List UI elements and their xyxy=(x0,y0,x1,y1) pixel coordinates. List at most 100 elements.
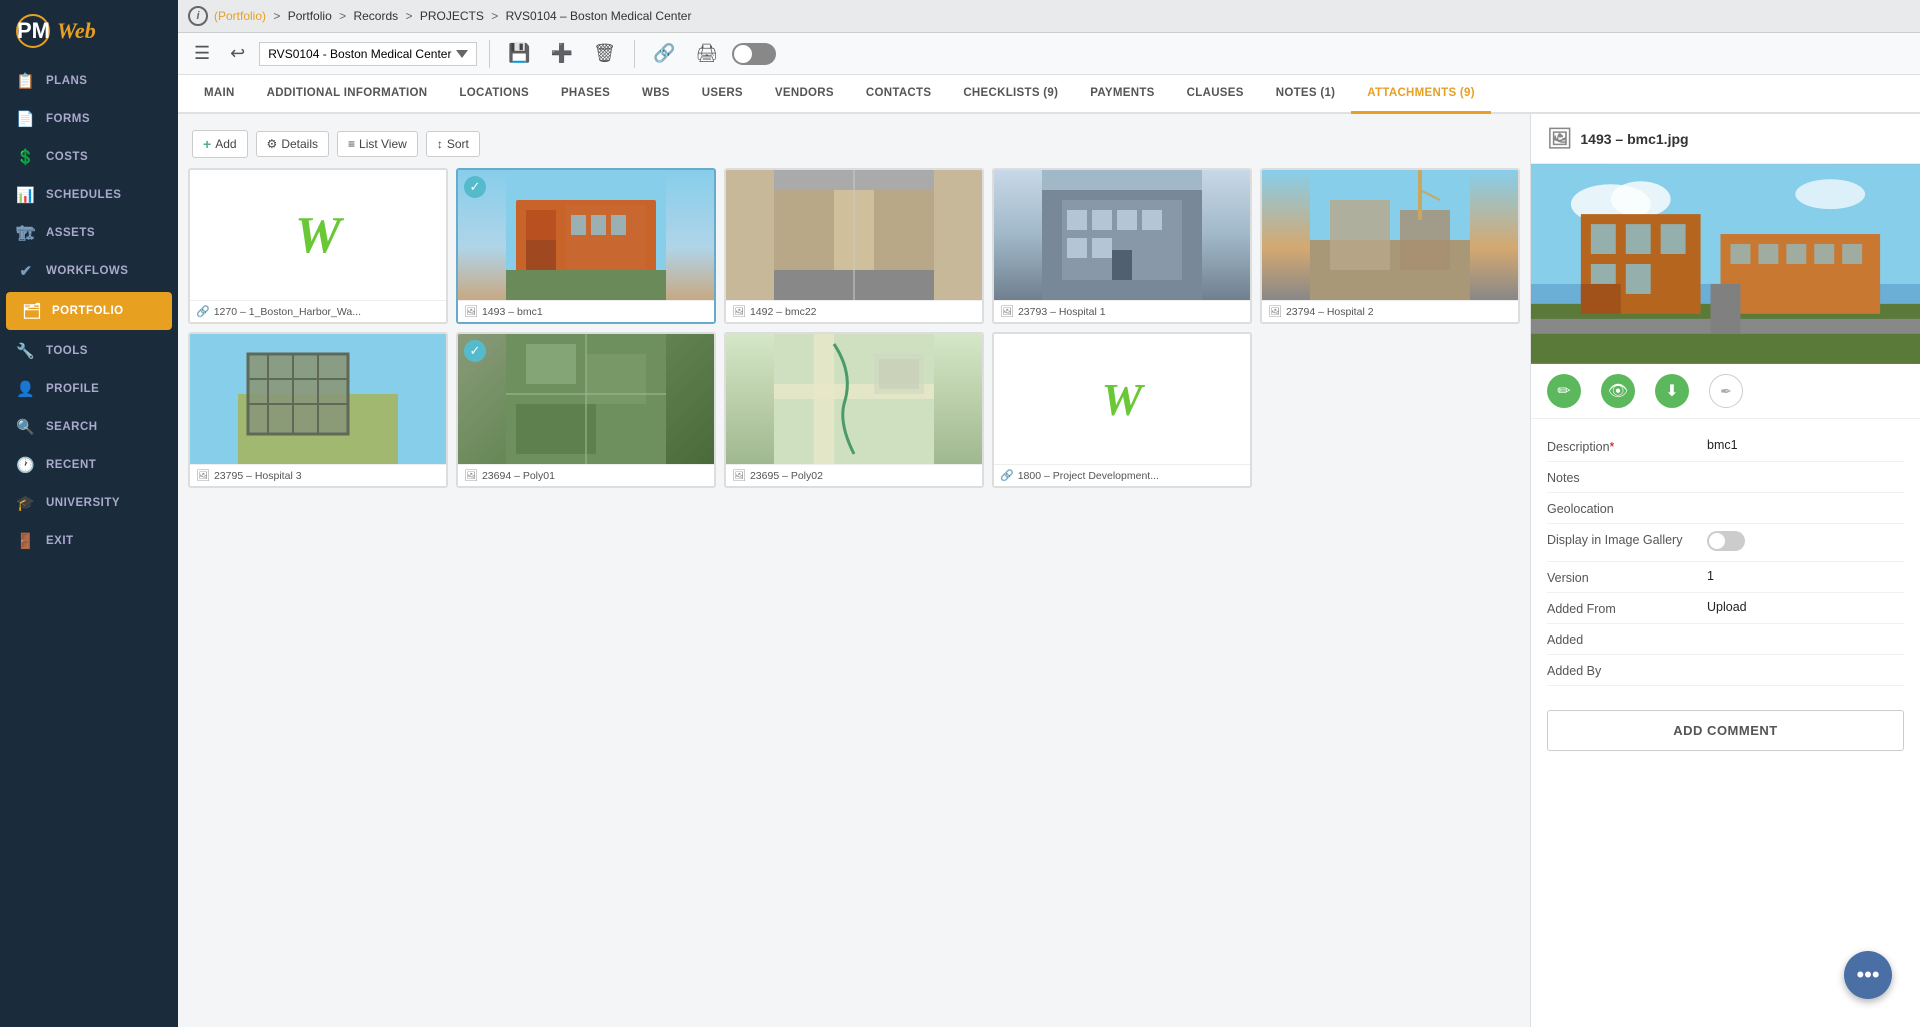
list-view-button[interactable]: ≡ List View xyxy=(337,131,418,157)
sidebar-item-recent[interactable]: 🕐 RECENT xyxy=(0,446,178,484)
breadcrumb-record: RVS0104 – Boston Medical Center xyxy=(506,9,692,23)
university-icon: 🎓 xyxy=(16,493,36,513)
tab-clauses[interactable]: CLAUSES xyxy=(1171,75,1260,114)
thumb-footer-7: 🖼 23694 – Poly01 xyxy=(458,464,714,486)
erase-attachment-button[interactable]: ✒ xyxy=(1709,374,1743,408)
svg-text:PM: PM xyxy=(17,18,50,43)
print-button[interactable]: 🖨 xyxy=(689,39,724,68)
thumbnail-7[interactable]: ✓ 🖼 23694 – Poly01 xyxy=(456,332,716,488)
thumb-img-5 xyxy=(1262,170,1518,300)
tools-icon: 🔧 xyxy=(16,341,36,361)
thumb-img-7: ✓ xyxy=(458,334,714,464)
tab-additional[interactable]: ADDITIONAL INFORMATION xyxy=(251,75,444,114)
breadcrumb-portfolio[interactable]: (Portfolio) xyxy=(214,9,266,23)
portfolio-icon: 🗂 xyxy=(22,301,42,321)
fab-icon: ••• xyxy=(1856,962,1879,988)
download-attachment-button[interactable]: ⬇ xyxy=(1655,374,1689,408)
delete-button[interactable]: 🗑 xyxy=(587,39,622,68)
sidebar-item-costs[interactable]: 💲 COSTS xyxy=(0,138,178,176)
info-icon[interactable]: i xyxy=(188,6,208,26)
breadcrumb-portfolio2[interactable]: Portfolio xyxy=(288,9,332,23)
view-toggle[interactable] xyxy=(732,43,776,65)
gallery-panel: + Add ⚙ Details ≡ List View ↕ Sort xyxy=(178,114,1530,1027)
thumb-img-4 xyxy=(994,170,1250,300)
thumbnail-3[interactable]: 🖼 1492 – bmc22 xyxy=(724,168,984,324)
breadcrumb: (Portfolio) > Portfolio > Records > PROJ… xyxy=(214,9,691,23)
sidebar-item-profile[interactable]: 👤 PROFILE xyxy=(0,370,178,408)
rp-header: 🖼 1493 – bmc1.jpg xyxy=(1531,114,1920,164)
details-button[interactable]: ⚙ Details xyxy=(256,131,329,157)
plans-icon: 📋 xyxy=(16,71,36,91)
field-label-display-gallery: Display in Image Gallery xyxy=(1547,531,1707,547)
thumbnail-grid: W 🔗 1270 – 1_Boston_Harbor_Wa... ✓ xyxy=(188,168,1520,488)
search-icon: 🔍 xyxy=(16,417,36,437)
action-bar: + Add ⚙ Details ≡ List View ↕ Sort xyxy=(188,124,1520,168)
image-icon-8: 🖼 xyxy=(732,469,746,482)
logo: PM Web xyxy=(0,0,178,62)
sidebar-item-assets[interactable]: 🏗 ASSETS xyxy=(0,214,178,252)
sidebar-item-workflows[interactable]: ✔ WORKFLOWS xyxy=(0,252,178,290)
tab-locations[interactable]: LOCATIONS xyxy=(443,75,545,114)
breadcrumb-projects[interactable]: PROJECTS xyxy=(420,9,484,23)
thumbnail-9[interactable]: W 🔗 1800 – Project Development... xyxy=(992,332,1252,488)
breadcrumb-records[interactable]: Records xyxy=(353,9,398,23)
sort-button[interactable]: ↕ Sort xyxy=(426,131,480,157)
thumbnail-2[interactable]: ✓ 🖼 xyxy=(456,168,716,324)
sidebar-item-search[interactable]: 🔍 SEARCH xyxy=(0,408,178,446)
image-icon-2: 🖼 xyxy=(464,305,478,318)
tab-users[interactable]: USERS xyxy=(686,75,759,114)
list-icon: ≡ xyxy=(348,137,355,151)
rp-action-buttons: ✏ 👁 ⬇ ✒ xyxy=(1531,364,1920,419)
undo-button[interactable]: ↩ xyxy=(224,39,251,68)
separator xyxy=(489,40,490,68)
sidebar-item-forms[interactable]: 📄 FORMS xyxy=(0,100,178,138)
field-display-gallery: Display in Image Gallery xyxy=(1547,524,1904,562)
thumbnail-5[interactable]: 🖼 23794 – Hospital 2 xyxy=(1260,168,1520,324)
edit-attachment-button[interactable]: ✏ xyxy=(1547,374,1581,408)
tab-notes[interactable]: NOTES (1) xyxy=(1260,75,1352,114)
thumbnail-8[interactable]: 🖼 23695 – Poly02 xyxy=(724,332,984,488)
schedules-icon: 📊 xyxy=(16,185,36,205)
sidebar-item-portfolio[interactable]: 🗂 PORTFOLIO xyxy=(6,292,172,330)
tab-contacts[interactable]: CONTACTS xyxy=(850,75,947,114)
menu-button[interactable]: ☰ xyxy=(188,39,216,68)
costs-icon: 💲 xyxy=(16,147,36,167)
tab-checklists[interactable]: CHECKLISTS (9) xyxy=(947,75,1074,114)
sidebar-item-plans[interactable]: 📋 PLANS xyxy=(0,62,178,100)
exit-icon: 🚪 xyxy=(16,531,36,551)
link-button[interactable]: 🔗 xyxy=(647,39,681,68)
save-button[interactable]: 💾 xyxy=(502,39,536,68)
link-icon-9: 🔗 xyxy=(1000,469,1014,482)
tab-vendors[interactable]: VENDORS xyxy=(759,75,850,114)
thumb-footer-9: 🔗 1800 – Project Development... xyxy=(994,464,1250,486)
tab-attachments[interactable]: ATTACHMENTS (9) xyxy=(1351,75,1491,114)
tabbar: MAIN ADDITIONAL INFORMATION LOCATIONS PH… xyxy=(178,75,1920,114)
thumb-img-2: ✓ xyxy=(458,170,714,300)
field-label-geolocation: Geolocation xyxy=(1547,500,1707,516)
thumbnail-1[interactable]: W 🔗 1270 – 1_Boston_Harbor_Wa... xyxy=(188,168,448,324)
record-selector[interactable]: RVS0104 - Boston Medical Center xyxy=(259,42,477,66)
tab-payments[interactable]: PAYMENTS xyxy=(1074,75,1170,114)
toggle-thumb-small xyxy=(1709,533,1725,549)
add-button[interactable]: ➕ xyxy=(545,39,579,68)
field-geolocation: Geolocation xyxy=(1547,493,1904,524)
tab-phases[interactable]: PHASES xyxy=(545,75,626,114)
field-label-description: Description* xyxy=(1547,438,1707,454)
sidebar: PM Web 📋 PLANS 📄 FORMS 💲 COSTS 📊 SCHEDUL… xyxy=(0,0,178,1027)
sidebar-item-schedules[interactable]: 📊 SCHEDULES xyxy=(0,176,178,214)
tab-wbs[interactable]: WBS xyxy=(626,75,686,114)
fab-button[interactable]: ••• xyxy=(1844,951,1892,999)
thumbnail-4[interactable]: 🖼 23793 – Hospital 1 xyxy=(992,168,1252,324)
add-attachment-button[interactable]: + Add xyxy=(192,130,248,158)
view-attachment-button[interactable]: 👁 xyxy=(1601,374,1635,408)
sidebar-item-exit[interactable]: 🚪 EXIT xyxy=(0,522,178,560)
thumb-footer-5: 🖼 23794 – Hospital 2 xyxy=(1262,300,1518,322)
add-comment-button[interactable]: ADD COMMENT xyxy=(1547,710,1904,751)
field-label-notes: Notes xyxy=(1547,469,1707,485)
sidebar-item-tools[interactable]: 🔧 TOOLS xyxy=(0,332,178,370)
tab-main[interactable]: MAIN xyxy=(188,75,251,114)
sidebar-item-university[interactable]: 🎓 UNIVERSITY xyxy=(0,484,178,522)
thumbnail-6[interactable]: 🖼 23795 – Hospital 3 xyxy=(188,332,448,488)
field-value-description: bmc1 xyxy=(1707,438,1904,452)
display-gallery-toggle[interactable] xyxy=(1707,531,1745,551)
